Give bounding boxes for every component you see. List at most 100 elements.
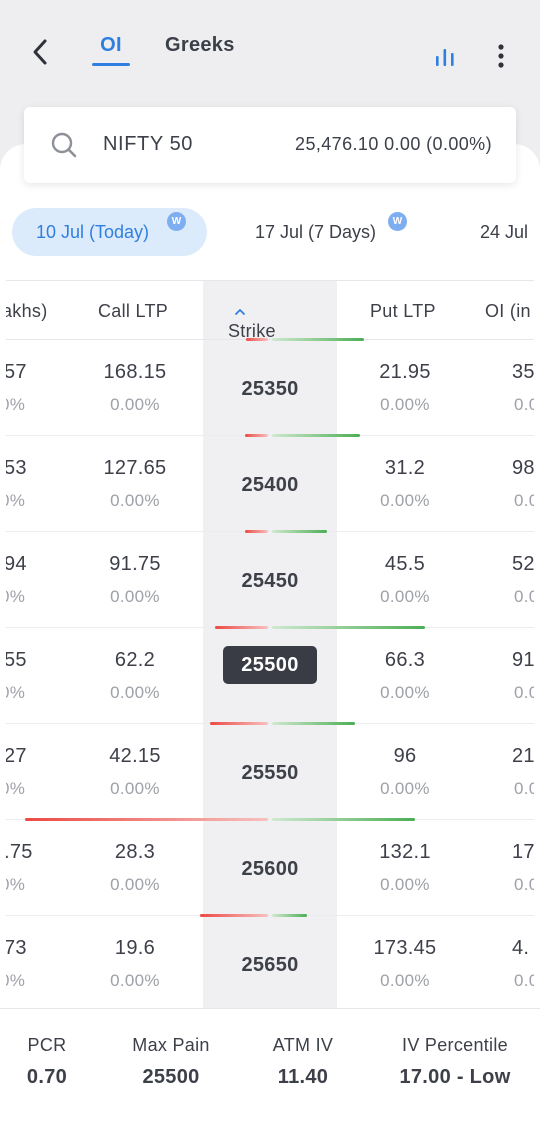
put-oi: 35	[512, 361, 534, 383]
call-change: 0.00%	[110, 971, 160, 990]
expiry-label: 24 Jul	[480, 221, 529, 242]
strike-price: 25550	[241, 762, 299, 784]
put-oi: 98	[512, 457, 534, 479]
put-oi: 21	[512, 745, 534, 767]
call-oi-change: 0%	[6, 395, 26, 414]
table-row-atm[interactable]: 55 0% 62.2 0.00% 25500 66.3 0.00% 91 0.0	[6, 628, 534, 725]
call-oi: 94	[6, 553, 27, 575]
column-header-put-ltp[interactable]: Put LTP	[370, 301, 436, 322]
call-change: 0.00%	[110, 683, 160, 702]
put-ltp[interactable]: 21.95	[379, 361, 431, 384]
weekly-badge: W	[167, 212, 186, 231]
strike-price: 25350	[241, 378, 299, 400]
stat-max-pain: Max Pain 25500	[132, 1035, 209, 1089]
call-oi-change: 0%	[6, 491, 26, 510]
stat-label: Max Pain	[132, 1035, 210, 1055]
put-ltp[interactable]: 31.2	[385, 457, 425, 480]
strike-price: 25500	[241, 653, 299, 676]
expiry-label: 10 Jul (Today)	[36, 221, 150, 242]
put-change: 0.00%	[380, 587, 430, 606]
put-oi-change: 0.0	[514, 395, 534, 414]
stat-label: PCR	[27, 1035, 67, 1055]
call-ltp[interactable]: 62.2	[115, 649, 155, 672]
column-header-call-oi[interactable]: akhs)	[6, 301, 48, 322]
put-oi-bar	[272, 338, 364, 341]
tab-oi-label: OI	[100, 34, 122, 56]
call-oi-change: 0%	[6, 779, 26, 798]
table-row[interactable]: 94 0% 91.75 0.00% 25450 45.5 0.00% 52 0.…	[6, 532, 534, 629]
summary-footer: PCR 0.70 Max Pain 25500 ATM IV 11.40 IV …	[0, 1008, 540, 1131]
expiry-label: 17 Jul (7 Days)	[255, 221, 377, 242]
call-oi-change: 0%	[6, 587, 26, 606]
atm-strike-chip: 25500	[223, 646, 317, 684]
put-change: 0.00%	[380, 779, 430, 798]
call-ltp[interactable]: 127.65	[104, 457, 167, 480]
symbol-quote: 25,476.10 0.00 (0.00%)	[295, 134, 492, 154]
put-change: 0.00%	[380, 683, 430, 702]
call-change: 0.00%	[110, 395, 160, 414]
stat-value: 17.00 - Low	[399, 1066, 511, 1088]
put-ltp[interactable]: 96	[394, 745, 417, 768]
call-oi-change: 0%	[6, 875, 26, 894]
put-oi: 17	[512, 841, 534, 863]
table-row[interactable]: 73 0% 19.6 0.00% 25650 173.45 0.00% 4. 0…	[6, 916, 534, 1008]
expiry-chip-24-jul[interactable]: 24 Jul	[480, 208, 528, 256]
put-oi-change: 0.0	[514, 779, 534, 798]
put-change: 0.00%	[380, 875, 430, 894]
stat-atm-iv: ATM IV 11.40	[273, 1035, 333, 1089]
put-ltp[interactable]: 173.45	[374, 937, 437, 960]
chart-button[interactable]	[434, 46, 456, 68]
put-oi-change: 0.0	[514, 971, 534, 990]
expiry-chip-17-jul[interactable]: 17 Jul (7 Days) W	[255, 208, 407, 256]
strike-price: 25650	[241, 954, 299, 976]
bar-chart-icon	[436, 49, 454, 66]
stat-label: IV Percentile	[402, 1035, 508, 1055]
tab-greeks[interactable]: Greeks	[165, 34, 235, 57]
call-ltp[interactable]: 19.6	[115, 937, 155, 960]
symbol-search-bar[interactable]: NIFTY 50 25,476.10 0.00 (0.00%)	[24, 107, 516, 183]
table-row[interactable]: 53 0% 127.65 0.00% 25400 31.2 0.00% 98 0…	[6, 436, 534, 533]
strike-price: 25400	[241, 474, 299, 496]
put-ltp[interactable]: 45.5	[385, 553, 425, 576]
option-chain-table[interactable]: akhs) Call LTP Strike Put LTP OI (in 57 …	[6, 280, 534, 1008]
more-options-button[interactable]	[494, 42, 508, 70]
call-oi: 27	[6, 745, 27, 767]
call-ltp[interactable]: 91.75	[109, 553, 161, 576]
table-row[interactable]: .75 0% 28.3 0.00% 25600 132.1 0.00% 17 0…	[6, 820, 534, 917]
strike-price: 25600	[241, 858, 299, 880]
put-change: 0.00%	[380, 491, 430, 510]
stat-value: 11.40	[277, 1066, 329, 1088]
call-ltp[interactable]: 42.15	[109, 745, 161, 768]
call-change: 0.00%	[110, 491, 160, 510]
call-oi-change: 0%	[6, 971, 26, 990]
stat-iv-percentile: IV Percentile 17.00 - Low	[399, 1035, 510, 1089]
sort-ascending-icon	[235, 309, 245, 316]
call-oi: 55	[6, 649, 27, 671]
put-oi-change: 0.0	[514, 587, 534, 606]
active-tab-indicator	[92, 63, 130, 66]
put-ltp[interactable]: 132.1	[379, 841, 431, 864]
table-row[interactable]: 27 0% 42.15 0.00% 25550 96 0.00% 21 0.0	[6, 724, 534, 821]
call-ltp[interactable]: 28.3	[115, 841, 155, 864]
put-oi: 4.	[512, 937, 530, 959]
weekly-badge: W	[388, 212, 407, 231]
call-oi: 57	[6, 361, 27, 383]
table-row[interactable]: 57 0% 168.15 0.00% 25350 21.95 0.00% 35 …	[6, 338, 534, 437]
more-vertical-icon	[498, 44, 504, 68]
call-oi: .75	[6, 841, 33, 863]
column-header-put-oi[interactable]: OI (in	[485, 301, 531, 322]
back-button[interactable]	[26, 36, 54, 68]
put-change: 0.00%	[380, 395, 430, 414]
column-header-call-ltp[interactable]: Call LTP	[98, 301, 168, 322]
tab-oi[interactable]: OI	[92, 34, 130, 66]
put-oi-change: 0.0	[514, 683, 534, 702]
call-ltp[interactable]: 168.15	[104, 361, 167, 384]
put-oi-change: 0.0	[514, 491, 534, 510]
chevron-left-icon	[33, 39, 47, 65]
column-header-strike[interactable]: Strike	[228, 301, 276, 341]
expiry-chip-10-jul[interactable]: 10 Jul (Today) W	[12, 208, 207, 256]
table-header: akhs) Call LTP Strike Put LTP OI (in	[6, 280, 534, 341]
put-ltp[interactable]: 66.3	[385, 649, 425, 672]
call-oi: 53	[6, 457, 27, 479]
put-oi-change: 0.0	[514, 875, 534, 894]
